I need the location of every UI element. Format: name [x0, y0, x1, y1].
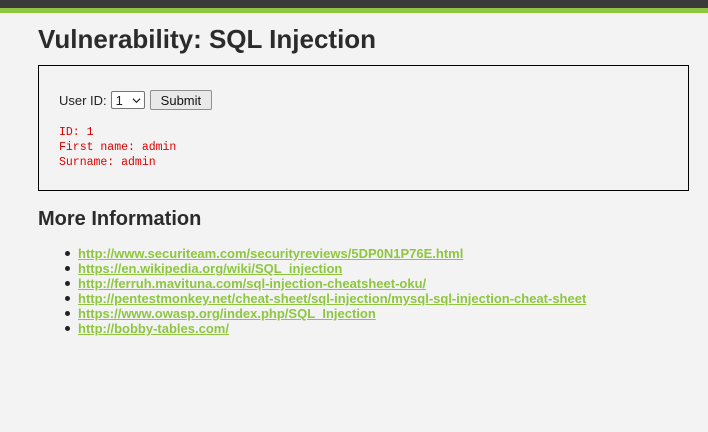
list-item: http://bobby-tables.com/ [62, 321, 586, 336]
bullet-icon [65, 251, 70, 256]
bullet-icon [65, 281, 70, 286]
list-item: http://ferruh.mavituna.com/sql-injection… [62, 276, 586, 291]
user-id-select[interactable]: 1 [110, 91, 145, 109]
list-item: http://pentestmonkey.net/cheat-sheet/sql… [62, 291, 586, 306]
user-id-label: User ID: [59, 92, 107, 108]
bullet-icon [65, 266, 70, 271]
submit-button[interactable]: Submit [149, 90, 213, 110]
result-first-name: First name: admin [59, 141, 177, 154]
list-item: https://www.owasp.org/index.php/SQL_Inje… [62, 306, 586, 321]
page-title: Vulnerability: SQL Injection [38, 24, 377, 54]
list-item: http://www.securiteam.com/securityreview… [62, 246, 586, 261]
reference-link[interactable]: http://bobby-tables.com/ [78, 321, 229, 336]
chevron-down-icon [132, 98, 141, 104]
reference-link[interactable]: http://pentestmonkey.net/cheat-sheet/sql… [78, 291, 586, 306]
list-item: https://en.wikipedia.org/wiki/SQL_inject… [62, 261, 586, 276]
bullet-icon [65, 311, 70, 316]
reference-link[interactable]: https://en.wikipedia.org/wiki/SQL_inject… [78, 261, 342, 276]
header-accent-bar [0, 8, 708, 13]
query-result: ID: 1 First name: admin Surname: admin [59, 125, 176, 170]
reference-link[interactable]: http://ferruh.mavituna.com/sql-injection… [78, 276, 426, 291]
user-id-select-value: 1 [115, 92, 123, 108]
reference-link[interactable]: https://www.owasp.org/index.php/SQL_Inje… [78, 306, 376, 321]
bullet-icon [65, 326, 70, 331]
bullet-icon [65, 296, 70, 301]
result-surname: Surname: admin [59, 156, 156, 169]
user-id-form: User ID: 1 Submit [59, 90, 213, 110]
header-bar [0, 0, 708, 8]
reference-link[interactable]: http://www.securiteam.com/securityreview… [78, 246, 463, 261]
reference-link-list: http://www.securiteam.com/securityreview… [62, 246, 586, 336]
more-information-title: More Information [38, 208, 202, 230]
vulnerable-code-area: User ID: 1 Submit ID: 1 First name: admi… [38, 65, 689, 191]
result-id: ID: 1 [59, 126, 94, 139]
